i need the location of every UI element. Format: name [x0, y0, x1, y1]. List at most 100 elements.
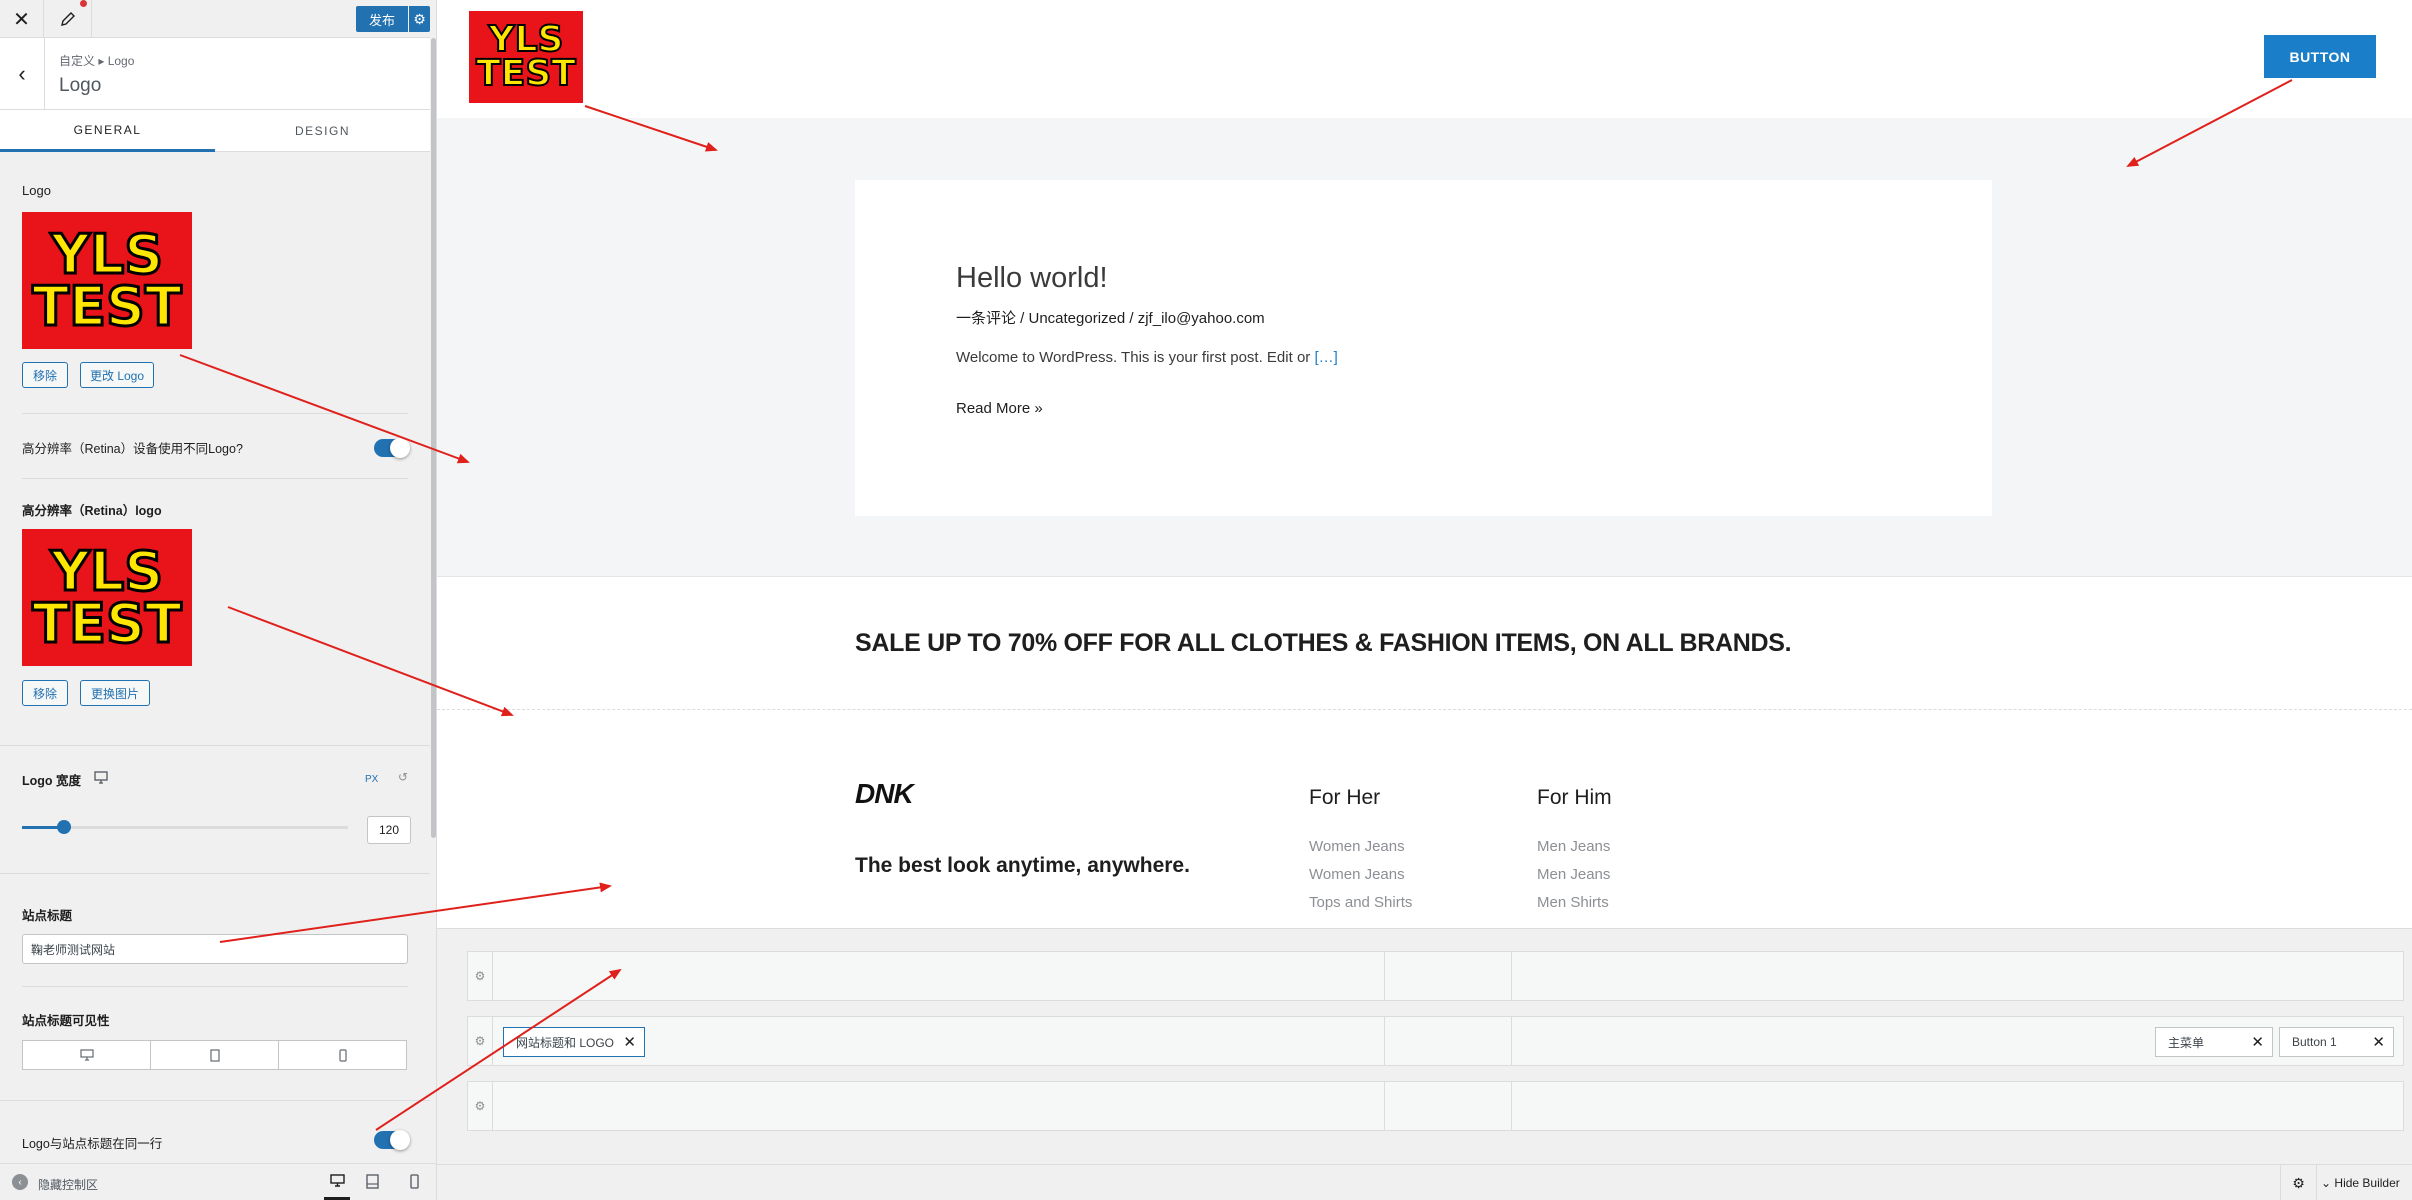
- retina-logo-line2: TEST: [31, 591, 183, 655]
- retina-logo-title: 高分辨率（Retina）logo: [22, 504, 162, 518]
- footer-brand-logo: DNK: [855, 778, 914, 809]
- tablet-icon: [209, 1048, 220, 1062]
- builder-item-site-title-logo[interactable]: 网站标题和 LOGO ✕: [503, 1027, 645, 1057]
- builder-item-primary-menu[interactable]: 主菜单 ✕: [2155, 1027, 2273, 1057]
- divider: [22, 413, 408, 414]
- builder-row-bottom[interactable]: ⚙: [467, 1081, 2404, 1131]
- close-icon[interactable]: ✕: [0, 0, 44, 38]
- divider: [22, 478, 408, 479]
- header-logo[interactable]: YLS TEST: [469, 11, 583, 103]
- header-button[interactable]: BUTTON: [2264, 35, 2376, 78]
- footer-link[interactable]: Women Jeans: [1309, 838, 1405, 855]
- builder-item-button[interactable]: Button 1 ✕: [2279, 1027, 2394, 1057]
- post-excerpt: Welcome to WordPress. This is your first…: [956, 349, 1338, 366]
- panel-scrollbar-thumb[interactable]: [431, 38, 436, 838]
- post-excerpt-link[interactable]: […]: [1314, 349, 1337, 366]
- sale-banner: SALE UP TO 70% OFF FOR ALL CLOTHES & FAS…: [437, 576, 2412, 710]
- collapse-icon[interactable]: ‹: [12, 1174, 28, 1190]
- hide-controls-link[interactable]: 隐藏控制区: [38, 1176, 98, 1193]
- preview-desktop-icon[interactable]: [324, 1164, 350, 1200]
- builder-column-left[interactable]: [493, 1082, 1385, 1130]
- builder-column-center[interactable]: [1385, 952, 1512, 1000]
- post-title[interactable]: Hello world!: [956, 262, 1108, 295]
- mobile-icon: [338, 1048, 347, 1062]
- site-title-label: 站点标题: [22, 909, 73, 923]
- change-logo-button[interactable]: 更改 Logo: [80, 362, 154, 388]
- footer-link[interactable]: Women Jeans: [1309, 866, 1405, 883]
- builder-column-center[interactable]: [1385, 1017, 1512, 1065]
- footer-link[interactable]: Men Jeans: [1537, 866, 1610, 883]
- footer-link[interactable]: Men Shirts: [1537, 894, 1609, 911]
- banner-text: SALE UP TO 70% OFF FOR ALL CLOTHES & FAS…: [855, 629, 1792, 657]
- customizer-panel: ✕ 发布 ⚙ ‹ 自定义 ▸ Logo Logo GENERAL DESIGN …: [0, 0, 437, 1200]
- footer-link[interactable]: Tops and Shirts: [1309, 894, 1412, 911]
- logo-width-label: Logo 宽度: [22, 774, 82, 788]
- change-retina-logo-button[interactable]: 更换图片: [80, 680, 150, 706]
- builder-footer: ⚙ ⌄ Hide Builder: [437, 1164, 2412, 1200]
- hide-builder-label: Hide Builder: [2334, 1176, 2400, 1190]
- footer-tagline: The best look anytime, anywhere.: [855, 854, 1190, 877]
- builder-column-left[interactable]: 网站标题和 LOGO ✕: [493, 1017, 1385, 1065]
- logo-width-input[interactable]: 120: [367, 816, 411, 844]
- visibility-tablet-button[interactable]: [150, 1040, 279, 1070]
- customizer-topbar: ✕ 发布 ⚙: [0, 0, 430, 38]
- remove-retina-logo-button[interactable]: 移除: [22, 680, 68, 706]
- preview-header: YLS TEST BUTTON: [437, 0, 2412, 118]
- divider: [0, 745, 430, 746]
- builder-row-top[interactable]: ⚙: [467, 951, 2404, 1001]
- preview-footer: DNK The best look anytime, anywhere. For…: [437, 710, 2412, 928]
- publish-button[interactable]: 发布: [356, 6, 408, 32]
- logo-image-line1: YLS: [49, 223, 164, 287]
- builder-row-main[interactable]: ⚙ 网站标题和 LOGO ✕ 主菜单 ✕ Button 1 ✕: [467, 1016, 2404, 1066]
- panel-footer: ‹ 隐藏控制区: [0, 1163, 436, 1200]
- builder-column-left[interactable]: [493, 952, 1385, 1000]
- remove-item-icon[interactable]: ✕: [2251, 1033, 2264, 1051]
- post-excerpt-text: Welcome to WordPress. This is your first…: [956, 349, 1315, 366]
- chevron-down-icon: ⌄: [2321, 1176, 2332, 1190]
- remove-item-icon[interactable]: ✕: [2372, 1033, 2385, 1051]
- site-title-visibility-label: 站点标题可见性: [22, 1014, 110, 1028]
- builder-column-center[interactable]: [1385, 1082, 1512, 1130]
- read-more-link[interactable]: Read More »: [956, 400, 1043, 417]
- divider: [22, 986, 408, 987]
- row-settings-gear-icon[interactable]: ⚙: [468, 952, 493, 1000]
- reset-icon[interactable]: ↺: [398, 770, 408, 784]
- back-chevron-icon[interactable]: ‹: [0, 38, 45, 110]
- footer-link[interactable]: Men Jeans: [1537, 838, 1610, 855]
- unit-selector[interactable]: PX: [365, 774, 378, 785]
- header-builder: ⚙ ⚙ 网站标题和 LOGO ✕ 主菜单 ✕ Button 1 ✕ ⚙ ⚙ ⌄ …: [437, 928, 2412, 1200]
- builder-settings-gear-icon[interactable]: ⚙: [2280, 1165, 2317, 1200]
- divider: [0, 1100, 430, 1101]
- breadcrumb: 自定义 ▸ Logo: [59, 54, 135, 68]
- tab-general[interactable]: GENERAL: [0, 110, 215, 152]
- post-card: Hello world! 一条评论 / Uncategorized / zjf_…: [855, 180, 1992, 516]
- logo-image: YLS TEST: [22, 212, 192, 349]
- row-settings-gear-icon[interactable]: ⚙: [468, 1017, 493, 1065]
- desktop-icon[interactable]: [94, 771, 108, 789]
- footer-col2-title: For Him: [1537, 786, 1612, 809]
- remove-logo-button[interactable]: 移除: [22, 362, 68, 388]
- post-meta: 一条评论 / Uncategorized / zjf_ilo@yahoo.com: [956, 310, 1265, 327]
- retina-toggle[interactable]: [374, 438, 410, 458]
- notification-dot: [80, 0, 87, 7]
- row-settings-gear-icon[interactable]: ⚙: [468, 1082, 493, 1130]
- logo-same-line-toggle[interactable]: [374, 1130, 410, 1150]
- remove-item-icon[interactable]: ✕: [623, 1033, 636, 1051]
- visibility-mobile-button[interactable]: [278, 1040, 407, 1070]
- preview-mobile-icon[interactable]: [410, 1174, 419, 1194]
- retina-logo-line1: YLS: [49, 540, 164, 604]
- publish-settings-gear-icon[interactable]: ⚙: [409, 6, 430, 32]
- panel-tabs: GENERAL DESIGN: [0, 110, 430, 152]
- preview-tablet-icon[interactable]: [366, 1174, 379, 1194]
- logo-same-line-label: Logo与站点标题在同一行: [22, 1137, 163, 1151]
- visibility-desktop-button[interactable]: [22, 1040, 151, 1070]
- site-title-input[interactable]: 鞠老师测试网站: [22, 934, 408, 964]
- tab-design[interactable]: DESIGN: [215, 110, 430, 152]
- logo-width-slider-handle[interactable]: [57, 820, 72, 834]
- section-title: Logo: [59, 75, 102, 96]
- hide-builder-button[interactable]: ⌄ Hide Builder: [2321, 1176, 2400, 1190]
- header-logo-line2: TEST: [475, 53, 577, 94]
- site-preview: YLS TEST BUTTON Hello world! 一条评论 / Unca…: [437, 0, 2412, 928]
- retina-toggle-label: 高分辨率（Retina）设备使用不同Logo?: [22, 442, 243, 456]
- footer-col1-title: For Her: [1309, 786, 1381, 809]
